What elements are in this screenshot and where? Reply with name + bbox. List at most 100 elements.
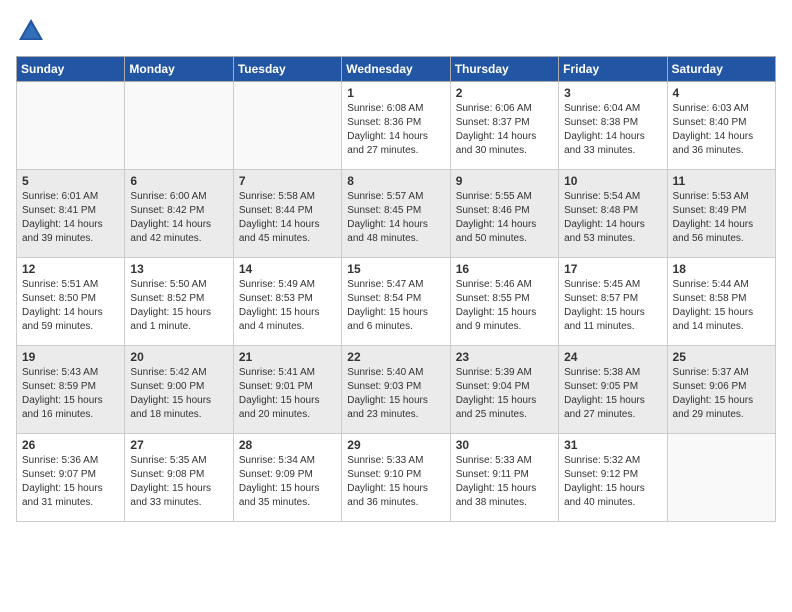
calendar-day-cell: 13 Sunrise: 5:50 AM Sunset: 8:52 PM Dayl… [125,258,233,346]
sunset-label: Sunset: 8:53 PM [239,293,313,304]
day-info: Sunrise: 5:44 AM Sunset: 8:58 PM Dayligh… [673,278,770,334]
calendar-table: SundayMondayTuesdayWednesdayThursdayFrid… [16,56,776,522]
calendar-day-cell: 18 Sunrise: 5:44 AM Sunset: 8:58 PM Dayl… [667,258,775,346]
daylight-label: Daylight: 15 hours and 38 minutes. [456,483,537,508]
day-info: Sunrise: 5:47 AM Sunset: 8:54 PM Dayligh… [347,278,444,334]
day-number: 28 [239,438,336,452]
sunrise-label: Sunrise: 5:49 AM [239,279,315,290]
day-info: Sunrise: 6:03 AM Sunset: 8:40 PM Dayligh… [673,102,770,158]
sunrise-label: Sunrise: 5:45 AM [564,279,640,290]
sunrise-label: Sunrise: 5:34 AM [239,455,315,466]
day-number: 19 [22,350,119,364]
calendar-day-cell: 28 Sunrise: 5:34 AM Sunset: 9:09 PM Dayl… [233,434,341,522]
day-info: Sunrise: 6:06 AM Sunset: 8:37 PM Dayligh… [456,102,553,158]
calendar-week-row: 26 Sunrise: 5:36 AM Sunset: 9:07 PM Dayl… [17,434,776,522]
sunrise-label: Sunrise: 5:47 AM [347,279,423,290]
daylight-label: Daylight: 15 hours and 35 minutes. [239,483,320,508]
day-number: 2 [456,86,553,100]
day-number: 7 [239,174,336,188]
sunrise-label: Sunrise: 5:35 AM [130,455,206,466]
sunrise-label: Sunrise: 5:42 AM [130,367,206,378]
daylight-label: Daylight: 14 hours and 50 minutes. [456,219,537,244]
day-number: 11 [673,174,770,188]
day-info: Sunrise: 5:39 AM Sunset: 9:04 PM Dayligh… [456,366,553,422]
calendar-day-cell: 8 Sunrise: 5:57 AM Sunset: 8:45 PM Dayli… [342,170,450,258]
calendar-day-cell: 19 Sunrise: 5:43 AM Sunset: 8:59 PM Dayl… [17,346,125,434]
day-number: 16 [456,262,553,276]
sunset-label: Sunset: 8:59 PM [22,381,96,392]
calendar-day-cell: 17 Sunrise: 5:45 AM Sunset: 8:57 PM Dayl… [559,258,667,346]
day-number: 25 [673,350,770,364]
calendar-day-cell: 21 Sunrise: 5:41 AM Sunset: 9:01 PM Dayl… [233,346,341,434]
day-info: Sunrise: 5:51 AM Sunset: 8:50 PM Dayligh… [22,278,119,334]
sunset-label: Sunset: 8:36 PM [347,117,421,128]
sunrise-label: Sunrise: 5:38 AM [564,367,640,378]
calendar-day-cell: 7 Sunrise: 5:58 AM Sunset: 8:44 PM Dayli… [233,170,341,258]
daylight-label: Daylight: 15 hours and 11 minutes. [564,307,645,332]
sunrise-label: Sunrise: 5:50 AM [130,279,206,290]
daylight-label: Daylight: 14 hours and 42 minutes. [130,219,211,244]
sunrise-label: Sunrise: 5:55 AM [456,191,532,202]
day-info: Sunrise: 5:42 AM Sunset: 9:00 PM Dayligh… [130,366,227,422]
calendar-day-cell: 31 Sunrise: 5:32 AM Sunset: 9:12 PM Dayl… [559,434,667,522]
day-info: Sunrise: 6:04 AM Sunset: 8:38 PM Dayligh… [564,102,661,158]
daylight-label: Daylight: 14 hours and 59 minutes. [22,307,103,332]
day-info: Sunrise: 6:01 AM Sunset: 8:41 PM Dayligh… [22,190,119,246]
sunset-label: Sunset: 8:40 PM [673,117,747,128]
calendar-day-cell: 10 Sunrise: 5:54 AM Sunset: 8:48 PM Dayl… [559,170,667,258]
calendar-day-cell: 15 Sunrise: 5:47 AM Sunset: 8:54 PM Dayl… [342,258,450,346]
day-number: 21 [239,350,336,364]
day-number: 30 [456,438,553,452]
sunrise-label: Sunrise: 5:37 AM [673,367,749,378]
day-info: Sunrise: 5:37 AM Sunset: 9:06 PM Dayligh… [673,366,770,422]
sunrise-label: Sunrise: 5:41 AM [239,367,315,378]
sunrise-label: Sunrise: 5:51 AM [22,279,98,290]
daylight-label: Daylight: 14 hours and 45 minutes. [239,219,320,244]
calendar-day-cell: 9 Sunrise: 5:55 AM Sunset: 8:46 PM Dayli… [450,170,558,258]
daylight-label: Daylight: 14 hours and 27 minutes. [347,131,428,156]
calendar-day-cell: 11 Sunrise: 5:53 AM Sunset: 8:49 PM Dayl… [667,170,775,258]
sunset-label: Sunset: 9:11 PM [456,469,529,480]
day-info: Sunrise: 5:46 AM Sunset: 8:55 PM Dayligh… [456,278,553,334]
sunset-label: Sunset: 9:09 PM [239,469,313,480]
calendar-day-cell: 23 Sunrise: 5:39 AM Sunset: 9:04 PM Dayl… [450,346,558,434]
sunset-label: Sunset: 8:45 PM [347,205,421,216]
day-info: Sunrise: 5:49 AM Sunset: 8:53 PM Dayligh… [239,278,336,334]
sunset-label: Sunset: 9:10 PM [347,469,421,480]
daylight-label: Daylight: 14 hours and 56 minutes. [673,219,754,244]
day-number: 22 [347,350,444,364]
sunrise-label: Sunrise: 5:33 AM [456,455,532,466]
day-info: Sunrise: 5:58 AM Sunset: 8:44 PM Dayligh… [239,190,336,246]
calendar-day-cell: 5 Sunrise: 6:01 AM Sunset: 8:41 PM Dayli… [17,170,125,258]
sunrise-label: Sunrise: 5:58 AM [239,191,315,202]
calendar-week-row: 1 Sunrise: 6:08 AM Sunset: 8:36 PM Dayli… [17,82,776,170]
calendar-day-cell: 24 Sunrise: 5:38 AM Sunset: 9:05 PM Dayl… [559,346,667,434]
sunset-label: Sunset: 8:52 PM [130,293,204,304]
day-info: Sunrise: 5:41 AM Sunset: 9:01 PM Dayligh… [239,366,336,422]
daylight-label: Daylight: 14 hours and 36 minutes. [673,131,754,156]
day-number: 20 [130,350,227,364]
calendar-day-cell: 30 Sunrise: 5:33 AM Sunset: 9:11 PM Dayl… [450,434,558,522]
sunrise-label: Sunrise: 6:06 AM [456,103,532,114]
day-number: 8 [347,174,444,188]
sunrise-label: Sunrise: 5:32 AM [564,455,640,466]
sunset-label: Sunset: 8:41 PM [22,205,96,216]
daylight-label: Daylight: 14 hours and 48 minutes. [347,219,428,244]
calendar-day-cell: 14 Sunrise: 5:49 AM Sunset: 8:53 PM Dayl… [233,258,341,346]
day-info: Sunrise: 6:00 AM Sunset: 8:42 PM Dayligh… [130,190,227,246]
sunset-label: Sunset: 9:04 PM [456,381,530,392]
sunset-label: Sunset: 8:48 PM [564,205,638,216]
day-info: Sunrise: 5:36 AM Sunset: 9:07 PM Dayligh… [22,454,119,510]
sunset-label: Sunset: 8:50 PM [22,293,96,304]
day-number: 18 [673,262,770,276]
day-number: 1 [347,86,444,100]
calendar-week-row: 12 Sunrise: 5:51 AM Sunset: 8:50 PM Dayl… [17,258,776,346]
day-number: 9 [456,174,553,188]
weekday-header: Thursday [450,57,558,82]
sunrise-label: Sunrise: 5:43 AM [22,367,98,378]
day-info: Sunrise: 5:33 AM Sunset: 9:10 PM Dayligh… [347,454,444,510]
daylight-label: Daylight: 15 hours and 31 minutes. [22,483,103,508]
daylight-label: Daylight: 15 hours and 29 minutes. [673,395,754,420]
calendar-day-cell: 22 Sunrise: 5:40 AM Sunset: 9:03 PM Dayl… [342,346,450,434]
day-number: 24 [564,350,661,364]
